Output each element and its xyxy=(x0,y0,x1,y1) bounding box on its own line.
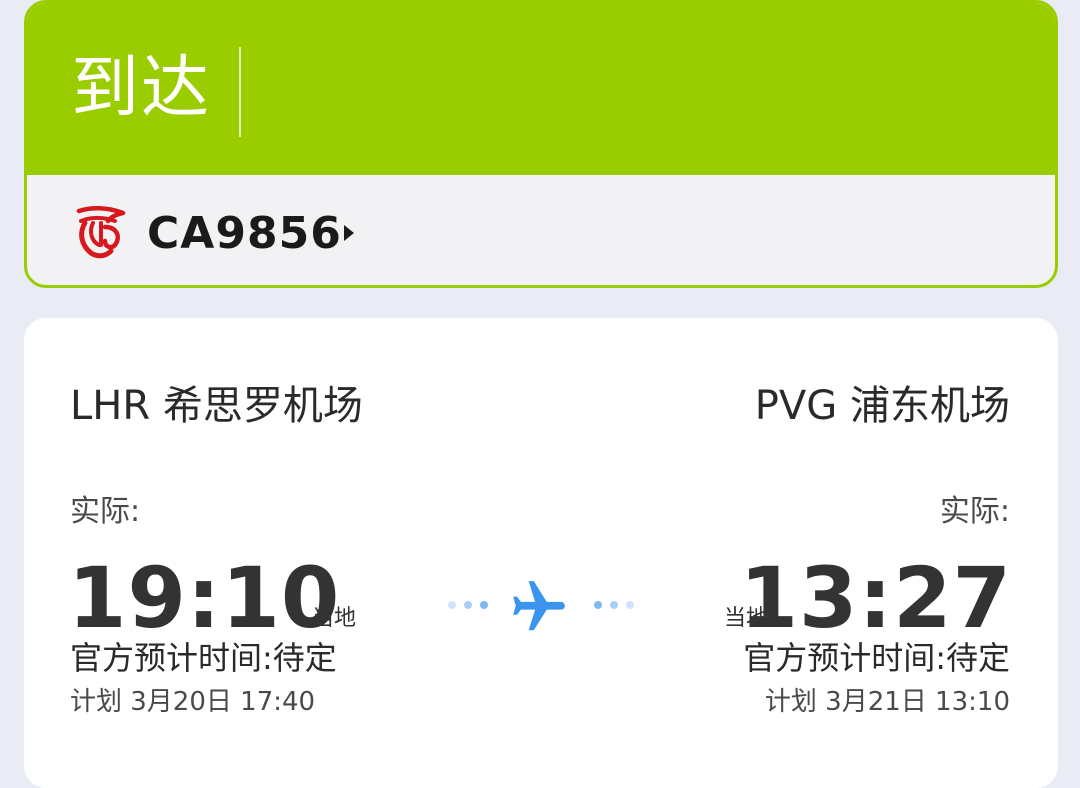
arrival-official-estimate: 官方预计时间:待定 xyxy=(743,639,1010,677)
arrival-actual-time: 13:27 xyxy=(739,549,1012,647)
departure-actual-time: 19:10 xyxy=(68,549,341,647)
flight-number[interactable]: CA9856 xyxy=(147,208,342,260)
air-china-phoenix-logo-icon xyxy=(76,206,126,259)
departure-planned-time: 计划 3月20日 17:40 xyxy=(70,687,316,717)
arrival-actual-label: 实际: xyxy=(939,494,1010,529)
departure-official-estimate: 官方预计时间:待定 xyxy=(70,639,337,677)
flight-number-row[interactable]: CA9856 xyxy=(27,175,1055,285)
status-divider xyxy=(239,47,241,137)
caret-right-icon xyxy=(344,225,354,241)
route-dot xyxy=(448,601,456,609)
flight-status-card: 到达 CA9856 xyxy=(24,0,1058,288)
airplane-icon xyxy=(513,581,565,631)
arrival-airport: PVG 浦东机场 xyxy=(754,383,1010,429)
departure-actual-label: 实际: xyxy=(70,494,141,529)
status-banner: 到达 xyxy=(27,3,1055,175)
route-indicator xyxy=(444,574,644,634)
arrival-planned-time: 计划 3月21日 13:10 xyxy=(764,687,1010,717)
route-details-card: LHR 希思罗机场 PVG 浦东机场 实际: 实际: 19:10 当地 当地 1… xyxy=(24,318,1058,788)
route-dot xyxy=(594,601,602,609)
route-dot xyxy=(480,601,488,609)
departure-local-tag: 当地 xyxy=(312,606,357,631)
status-title: 到达 xyxy=(71,49,212,128)
route-dot xyxy=(626,601,634,609)
departure-airport: LHR 希思罗机场 xyxy=(70,383,363,429)
route-dot xyxy=(610,601,618,609)
route-dot xyxy=(464,601,472,609)
